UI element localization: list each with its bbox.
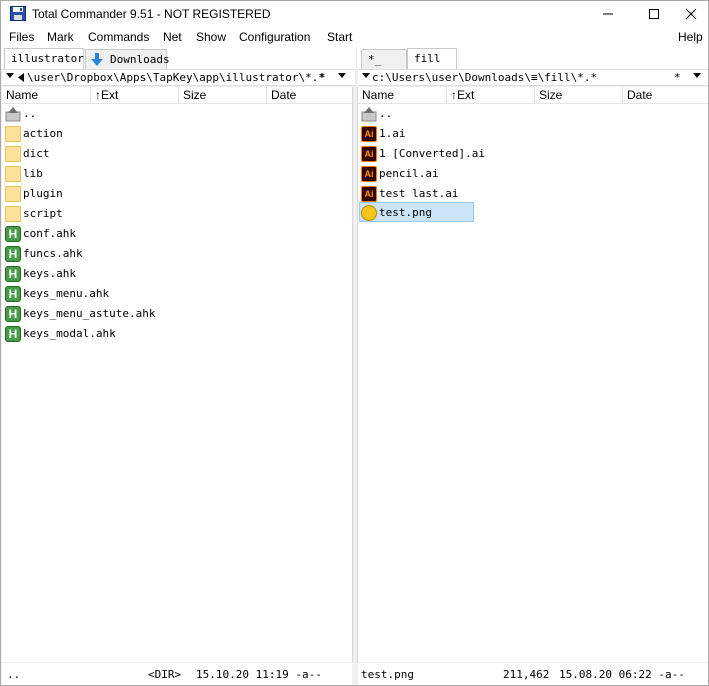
file-name: pencil.ai <box>379 167 439 180</box>
right-tab-bar: *_ fill <box>357 48 708 70</box>
file-name: .. <box>379 107 393 120</box>
column-name[interactable]: Name <box>2 87 91 104</box>
ai-file-icon: Ai <box>361 166 377 182</box>
tab-label: Downloads <box>110 53 170 66</box>
file-name: keys_menu_astute.ahk <box>23 307 156 320</box>
file-name: test last.ai <box>379 187 459 200</box>
right-path-bar[interactable]: c:\Users\user\Downloads\≡\fill\*.* * <box>358 69 708 86</box>
file-name: .. <box>23 107 37 120</box>
hotlist-dropdown-icon[interactable] <box>338 73 346 78</box>
menu-show[interactable]: Show <box>196 30 226 44</box>
file-name: action <box>23 127 63 140</box>
status-name: test.png <box>361 668 414 681</box>
column-size[interactable]: Size <box>535 87 623 104</box>
menu-net[interactable]: Net <box>163 30 182 44</box>
history-dropdown-icon[interactable] <box>6 73 14 78</box>
ahk-file-icon: H <box>5 326 21 342</box>
file-name: script <box>23 207 63 220</box>
file-name: keys.ahk <box>23 267 76 280</box>
window-title: Total Commander 9.51 - NOT REGISTERED <box>32 7 271 21</box>
right-column-header: Name ↑Ext Size Date <box>358 87 708 104</box>
tab-label: *_ <box>368 53 382 66</box>
ahk-file-icon: H <box>5 306 21 322</box>
png-file-icon <box>361 205 377 221</box>
left-tab-bar: illustrator Downloads <box>1 48 356 70</box>
title-bar[interactable]: Total Commander 9.51 - NOT REGISTERED <box>1 1 708 27</box>
file-name: lib <box>23 167 43 180</box>
folder-icon <box>5 146 21 162</box>
left-path-bar[interactable]: \user\Dropbox\Apps\TapKey\app\illustrato… <box>2 69 355 86</box>
file-name: test.png <box>379 206 432 219</box>
maximize-icon <box>649 9 659 19</box>
ahk-file-icon: H <box>5 266 21 282</box>
tab-label: illustrator <box>11 52 84 65</box>
status-name: .. <box>7 668 21 681</box>
column-ext[interactable]: ↑Ext <box>91 87 179 104</box>
ahk-file-icon: H <box>5 246 21 262</box>
right-path-text: c:\Users\user\Downloads\≡\fill\*.* <box>372 71 598 84</box>
up-folder-icon <box>361 107 377 122</box>
folder-icon <box>5 126 21 142</box>
menu-bar: Files Mark Commands Net Show Configurati… <box>1 27 708 48</box>
file-name: funcs.ahk <box>23 247 83 260</box>
folder-icon <box>5 206 21 222</box>
file-name: plugin <box>23 187 63 200</box>
left-status-bar: .. <DIR> 15.10.20 11:19 -a-- <box>2 663 352 685</box>
file-name: keys_menu.ahk <box>23 287 110 300</box>
file-name: 1 [Converted].ai <box>379 147 485 160</box>
maximize-button[interactable] <box>637 1 671 27</box>
tab-label: fill <box>414 52 441 65</box>
file-name: 1.ai <box>379 127 406 140</box>
tab-star[interactable]: *_ <box>361 49 407 70</box>
floppy-disk-icon <box>10 6 26 21</box>
file-name: conf.ahk <box>23 227 76 240</box>
filter-star[interactable]: * <box>319 71 326 84</box>
ai-file-icon: Ai <box>361 146 377 162</box>
tab-downloads[interactable]: Downloads <box>85 49 170 70</box>
folder-icon <box>5 186 21 202</box>
file-name: keys_modal.ahk <box>23 327 116 340</box>
minimize-icon <box>603 13 613 15</box>
status-date: 15.10.20 11:19 -a-- <box>196 668 322 681</box>
history-dropdown-icon[interactable] <box>362 73 370 78</box>
column-size[interactable]: Size <box>179 87 267 104</box>
column-date[interactable]: Date <box>267 87 352 104</box>
menu-configuration[interactable]: Configuration <box>239 30 310 44</box>
folder-icon <box>5 166 21 182</box>
left-column-header: Name ↑Ext Size Date <box>2 87 352 104</box>
tab-fill[interactable]: fill <box>407 48 457 70</box>
menu-commands[interactable]: Commands <box>88 30 149 44</box>
right-status-bar: test.png 211,462 15.08.20 06:22 -a-- <box>358 663 708 685</box>
ahk-file-icon: H <box>5 226 21 242</box>
left-path-text: \user\Dropbox\Apps\TapKey\app\illustrato… <box>27 71 326 84</box>
filter-star[interactable]: * <box>674 71 681 84</box>
menu-start[interactable]: Start <box>327 30 352 44</box>
minimize-button[interactable] <box>591 1 625 27</box>
ahk-file-icon: H <box>5 286 21 302</box>
status-size: 211,462 <box>503 668 550 681</box>
column-ext[interactable]: ↑Ext <box>447 87 535 104</box>
menu-help[interactable]: Help <box>678 30 703 44</box>
up-folder-icon <box>5 107 21 122</box>
left-file-panel[interactable]: .. action dict lib plugin script H conf.… <box>2 104 352 662</box>
back-arrow-icon[interactable] <box>18 73 24 82</box>
column-date[interactable]: Date <box>623 87 708 104</box>
list-item-selected[interactable]: test.png <box>359 202 474 222</box>
hotlist-dropdown-icon[interactable] <box>693 73 701 78</box>
menu-mark[interactable]: Mark <box>47 30 74 44</box>
download-arrow-icon <box>91 53 103 66</box>
close-icon <box>685 8 697 20</box>
menu-files[interactable]: Files <box>9 30 34 44</box>
status-size: <DIR> <box>148 668 182 681</box>
status-date: 15.08.20 06:22 -a-- <box>559 668 685 681</box>
ai-file-icon: Ai <box>361 126 377 142</box>
close-button[interactable] <box>674 1 708 27</box>
ai-file-icon: Ai <box>361 186 377 202</box>
file-name: dict <box>23 147 50 160</box>
right-file-panel[interactable]: .. Ai 1.ai Ai 1 [Converted].ai Ai pencil… <box>358 104 708 662</box>
total-commander-window: Total Commander 9.51 - NOT REGISTERED Fi… <box>0 0 709 686</box>
tab-illustrator[interactable]: illustrator <box>4 48 84 70</box>
column-name[interactable]: Name <box>358 87 447 104</box>
